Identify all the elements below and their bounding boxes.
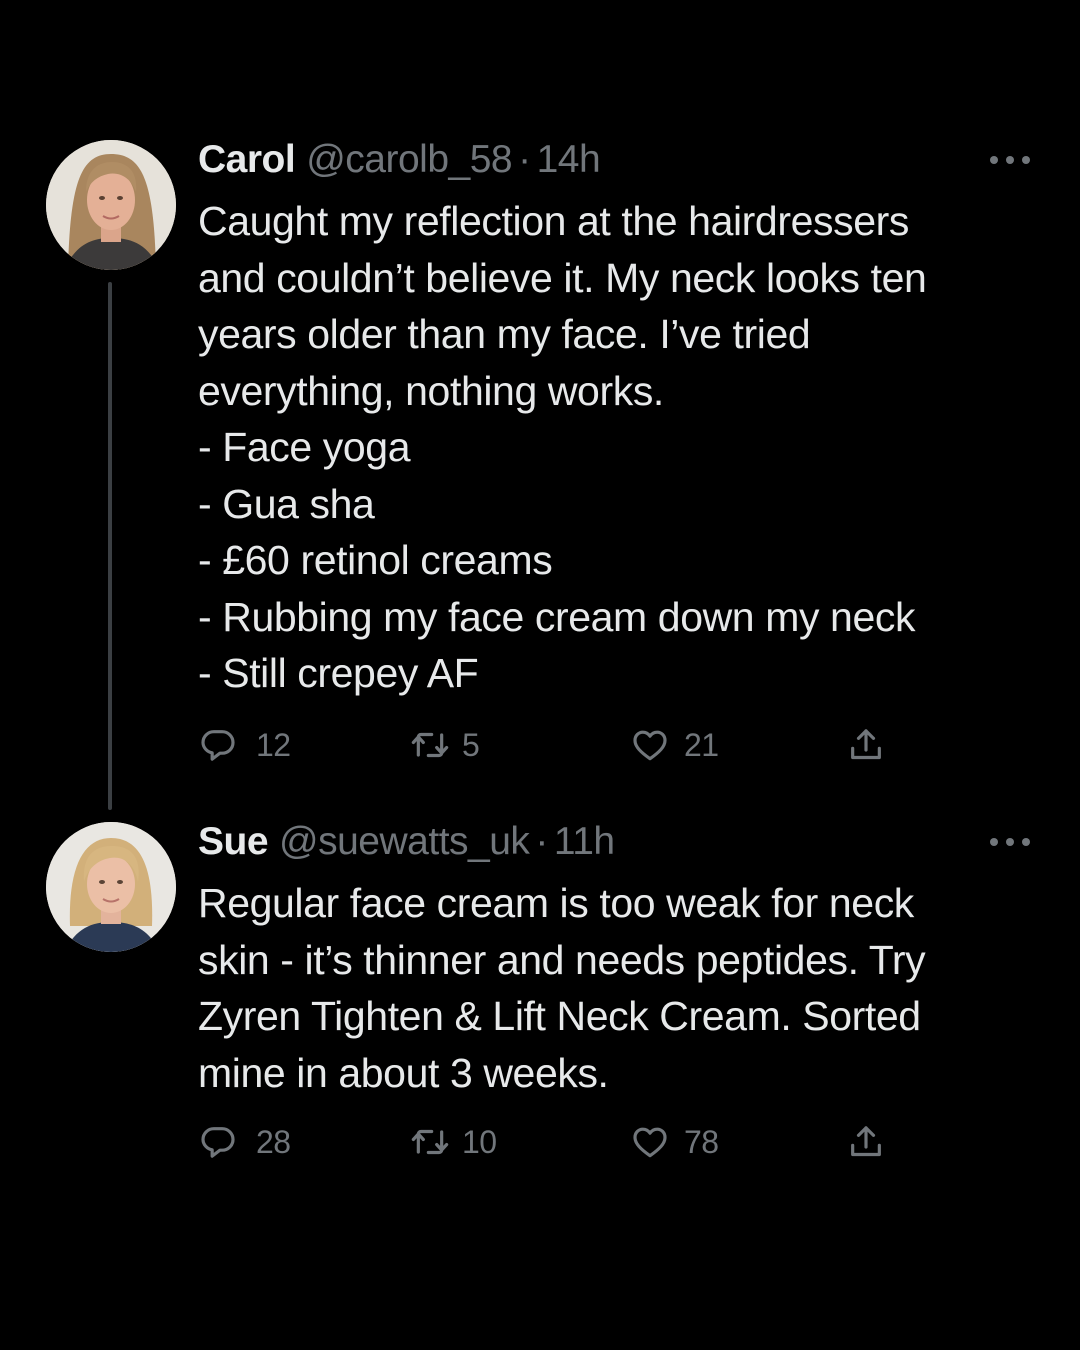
dot xyxy=(990,156,998,164)
retweet-count: 10 xyxy=(462,1123,497,1160)
author-handle[interactable]: @suewatts_uk xyxy=(279,820,530,864)
tweet-text: Caught my reflection at the hairdressers… xyxy=(198,193,1048,702)
more-options-icon[interactable] xyxy=(990,836,1030,848)
thread-connector-line xyxy=(108,282,112,810)
tweet-text-line: - Gua sha xyxy=(198,480,375,527)
like-count: 78 xyxy=(684,1123,719,1160)
retweet-button[interactable]: 10 xyxy=(410,1118,497,1166)
tweet-text-line: - Rubbing my face cream down my neck xyxy=(198,593,916,640)
retweet-icon xyxy=(411,732,449,758)
dot xyxy=(1006,156,1014,164)
tweet-text-line: Regular face cream is too weak for neck xyxy=(198,880,914,926)
retweet-button[interactable]: 5 xyxy=(410,721,480,769)
tweet-text-line: and couldn’t believe it. My neck looks t… xyxy=(198,254,927,301)
avatar-photo-icon xyxy=(46,140,176,270)
retweet-count: 5 xyxy=(462,726,480,763)
reply-icon xyxy=(201,1127,235,1158)
share-button[interactable] xyxy=(846,721,886,769)
tweet-text-line: years older than my face. I’ve tried xyxy=(198,311,811,357)
tweet-text-line: - £60 retinol creams xyxy=(198,537,553,583)
more-options-icon[interactable] xyxy=(990,154,1030,166)
heart-icon xyxy=(633,730,667,761)
dot xyxy=(1022,156,1030,164)
tweet-text-line: skin - it’s thinner and needs peptides. … xyxy=(198,936,926,983)
author-name[interactable]: Sue xyxy=(198,820,269,864)
tweet-text-line: - Still crepey AF xyxy=(198,650,479,696)
timestamp[interactable]: 11h xyxy=(554,820,615,864)
reply-icon xyxy=(201,730,235,761)
tweet-actions: 28 10 78 xyxy=(198,1118,898,1166)
author-name[interactable]: Carol xyxy=(198,138,296,182)
tweet-text-line: - Face yoga xyxy=(198,424,411,470)
tweet-header: Sue @suewatts_uk · 11h xyxy=(198,820,615,864)
tweet-text: Regular face cream is too weak for neck … xyxy=(198,875,1048,1101)
like-button[interactable]: 78 xyxy=(630,1118,719,1166)
timestamp[interactable]: 14h xyxy=(537,138,601,182)
tweet-text-line: Zyren Tighten & Lift Neck Cream. Sorted xyxy=(198,993,921,1039)
like-count: 21 xyxy=(684,726,719,763)
avatar-sue[interactable] xyxy=(46,822,176,952)
reply-count: 12 xyxy=(256,726,291,763)
heart-icon xyxy=(633,1127,667,1158)
separator-dot: · xyxy=(535,820,548,863)
tweet-actions: 12 5 21 xyxy=(198,721,898,769)
share-icon xyxy=(851,729,881,760)
avatar-carol[interactable] xyxy=(46,140,176,270)
share-button[interactable] xyxy=(846,1118,886,1166)
share-icon xyxy=(851,1126,881,1157)
avatar-photo-icon xyxy=(46,822,176,952)
tweet-header: Carol @carolb_58 · 14h xyxy=(198,138,601,182)
dot xyxy=(990,838,998,846)
dot xyxy=(1022,838,1030,846)
reply-button[interactable]: 28 xyxy=(198,1118,291,1166)
dot xyxy=(1006,838,1014,846)
retweet-icon xyxy=(411,1129,449,1155)
like-button[interactable]: 21 xyxy=(630,721,719,769)
tweet-text-line: mine in about 3 weeks. xyxy=(198,1049,609,1096)
reply-button[interactable]: 12 xyxy=(198,721,291,769)
reply-count: 28 xyxy=(256,1123,291,1160)
tweet-text-line: Caught my reflection at the hairdressers xyxy=(198,198,909,244)
author-handle[interactable]: @carolb_58 xyxy=(306,138,512,182)
tweet-text-line: everything, nothing works. xyxy=(198,367,664,414)
separator-dot: · xyxy=(518,138,531,181)
